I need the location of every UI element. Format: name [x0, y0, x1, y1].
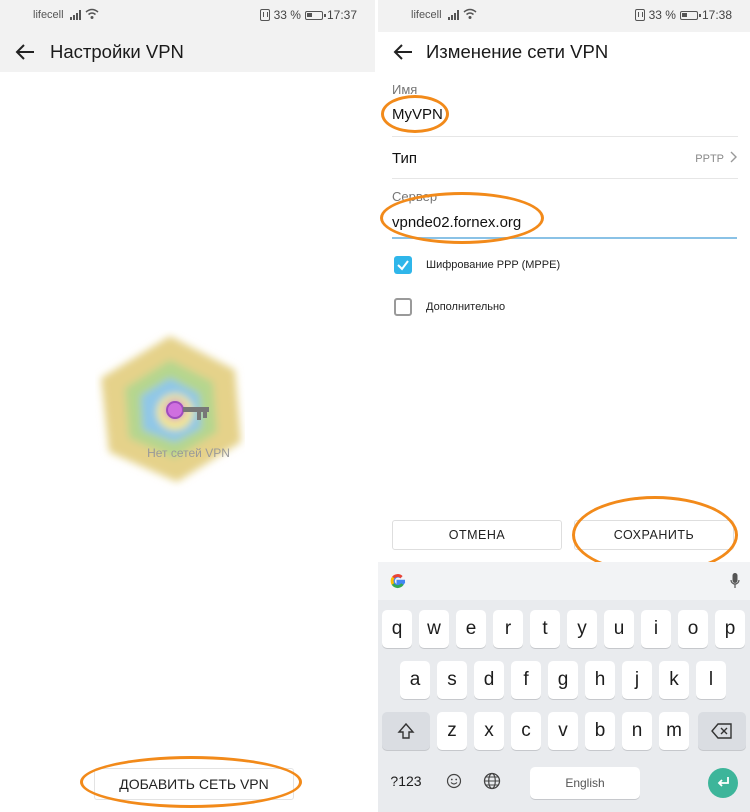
- key-s[interactable]: s: [437, 661, 467, 699]
- encryption-label: Шифрование PPP (MPPE): [426, 259, 561, 271]
- key-f[interactable]: f: [511, 661, 541, 699]
- server-label: Сервер: [392, 189, 438, 204]
- key-h[interactable]: h: [585, 661, 615, 699]
- key-t[interactable]: t: [530, 610, 560, 648]
- backspace-key[interactable]: [698, 712, 746, 750]
- language-key[interactable]: [478, 763, 506, 799]
- status-right: 33 % 17:37: [259, 8, 357, 22]
- key-z[interactable]: z: [437, 712, 467, 750]
- screenshot-root: lifecell 33 % 17:37 Настройки VPN Нет се…: [0, 0, 750, 812]
- key-a[interactable]: a: [400, 661, 430, 699]
- server-input[interactable]: [392, 212, 737, 239]
- advanced-label: Дополнительно: [426, 301, 506, 313]
- key-r[interactable]: r: [493, 610, 523, 648]
- type-label: Тип: [392, 150, 418, 167]
- edit-vpn-screen: lifecell 33 % 17:38 Изменение сети VPN И…: [378, 0, 750, 812]
- shift-icon: [397, 722, 415, 739]
- backspace-icon: [711, 723, 732, 739]
- emoji-icon: [446, 773, 462, 789]
- globe-icon: [483, 772, 501, 790]
- symbols-key[interactable]: ?123: [382, 763, 430, 799]
- spacebar[interactable]: English: [530, 767, 640, 799]
- key-m[interactable]: m: [659, 712, 689, 750]
- key-g[interactable]: g: [548, 661, 578, 699]
- key-n[interactable]: n: [622, 712, 652, 750]
- vpn-key-icon: [101, 336, 241, 482]
- divider: [392, 178, 738, 179]
- status-right: 33 % 17:38: [634, 8, 732, 22]
- wifi-icon: [85, 8, 99, 19]
- key-b[interactable]: b: [585, 712, 615, 750]
- app-bar: Настройки VPN: [0, 32, 375, 72]
- encryption-checkbox[interactable]: [394, 256, 412, 274]
- page-title: Изменение сети VPN: [426, 41, 609, 62]
- key-p[interactable]: p: [715, 610, 745, 648]
- key-c[interactable]: c: [511, 712, 541, 750]
- key-o[interactable]: o: [678, 610, 708, 648]
- clock: 17:37: [326, 8, 357, 22]
- name-label: Имя: [392, 82, 418, 97]
- key-u[interactable]: u: [604, 610, 634, 648]
- page-title: Настройки VPN: [50, 41, 184, 62]
- clock: 17:38: [701, 8, 732, 22]
- vpn-settings-screen: lifecell 33 % 17:37 Настройки VPN Нет се…: [0, 0, 375, 812]
- nfc-icon: [259, 9, 270, 21]
- key-k[interactable]: k: [659, 661, 689, 699]
- empty-state-text: Нет сетей VPN: [147, 446, 230, 460]
- enter-key[interactable]: [708, 768, 738, 798]
- carrier-name: lifecell: [411, 9, 442, 21]
- nfc-icon: [634, 9, 645, 21]
- back-arrow-icon[interactable]: [392, 42, 414, 62]
- carrier-name: lifecell: [33, 9, 64, 21]
- save-button[interactable]: СОХРАНИТЬ: [574, 520, 734, 550]
- microphone-icon[interactable]: [730, 573, 740, 589]
- type-value[interactable]: PPTP: [695, 153, 724, 165]
- key-e[interactable]: e: [456, 610, 486, 648]
- key-v[interactable]: v: [548, 712, 578, 750]
- signal-icon: [448, 10, 459, 20]
- checkmark-icon: [397, 260, 409, 271]
- advanced-checkbox[interactable]: [394, 298, 412, 316]
- key-y[interactable]: y: [567, 610, 597, 648]
- enter-icon: [717, 776, 729, 787]
- signal-icon: [70, 10, 81, 20]
- battery-percent: 33 %: [273, 8, 301, 22]
- app-bar: Изменение сети VPN: [378, 32, 750, 72]
- status-bar: lifecell 33 % 17:38: [378, 0, 750, 32]
- cancel-button[interactable]: ОТМЕНА: [392, 520, 562, 550]
- battery-icon: [679, 10, 701, 20]
- name-field[interactable]: MyVPN: [392, 106, 443, 123]
- divider: [392, 136, 738, 137]
- key-i[interactable]: i: [641, 610, 671, 648]
- keyboard-toolbar: [378, 562, 750, 600]
- google-icon[interactable]: [388, 571, 408, 591]
- battery-icon: [304, 10, 326, 20]
- add-vpn-button[interactable]: ДОБАВИТЬ СЕТЬ VPN: [94, 768, 294, 800]
- emoji-key[interactable]: [440, 763, 468, 799]
- shift-key[interactable]: [382, 712, 430, 750]
- status-bar: lifecell 33 % 17:37: [0, 0, 375, 32]
- key-l[interactable]: l: [696, 661, 726, 699]
- key-w[interactable]: w: [419, 610, 449, 648]
- battery-percent: 33 %: [648, 8, 676, 22]
- soft-keyboard: q w e r t y u i o p a s d f g h j k l z …: [378, 562, 750, 812]
- chevron-right-icon: [730, 151, 737, 163]
- back-arrow-icon[interactable]: [14, 42, 36, 62]
- key-j[interactable]: j: [622, 661, 652, 699]
- key-d[interactable]: d: [474, 661, 504, 699]
- key-q[interactable]: q: [382, 610, 412, 648]
- wifi-icon: [463, 8, 477, 19]
- key-x[interactable]: x: [474, 712, 504, 750]
